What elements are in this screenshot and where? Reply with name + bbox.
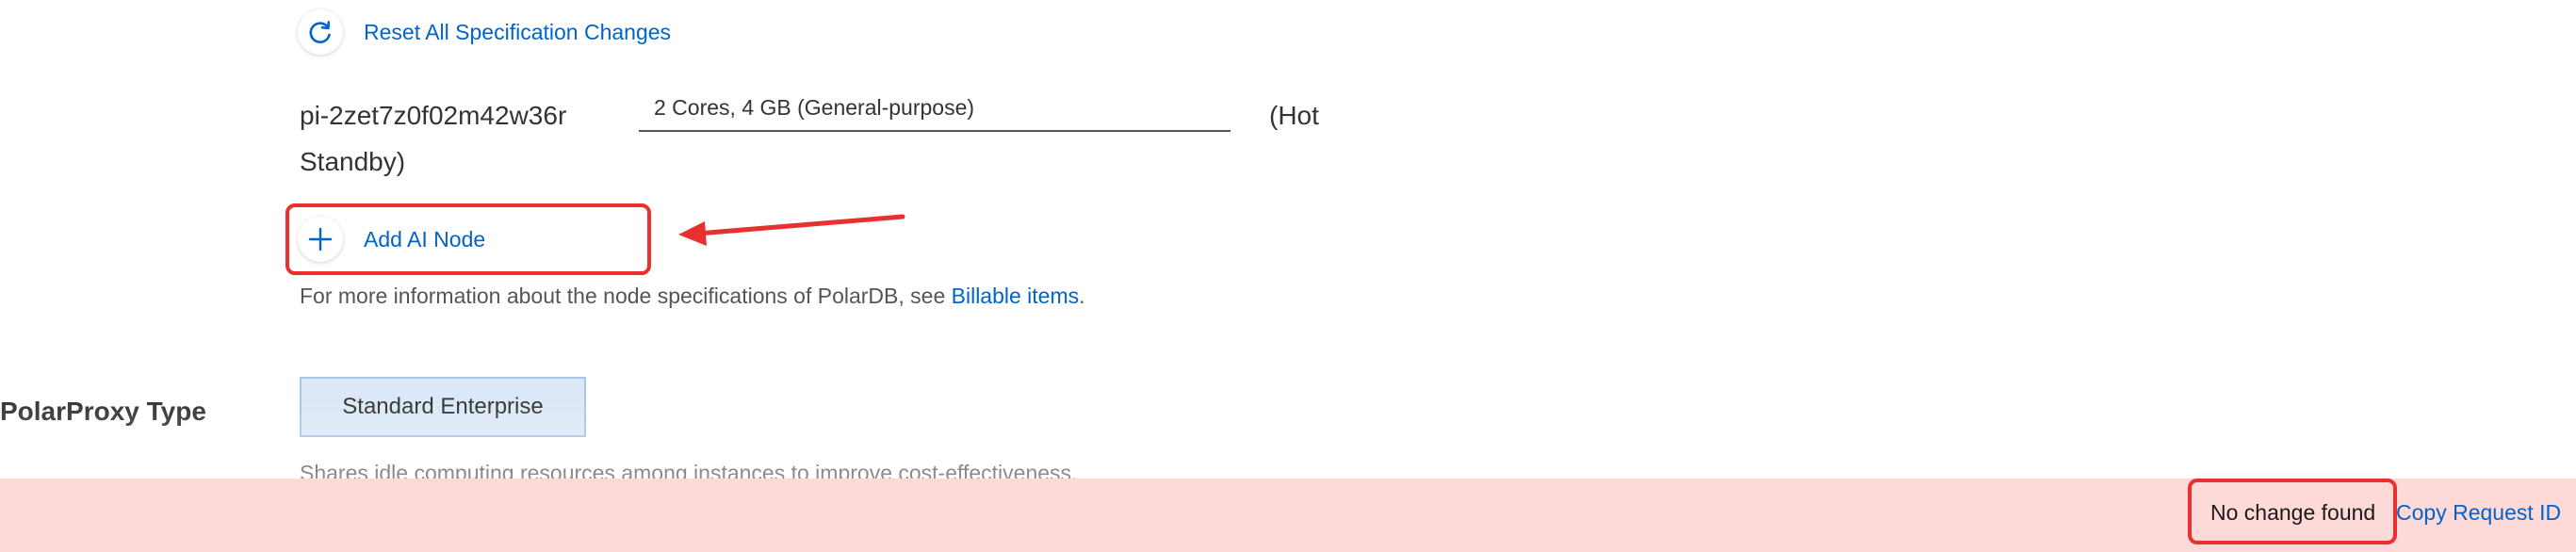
proxy-option-standard-enterprise[interactable]: Standard Enterprise	[300, 377, 586, 437]
reset-specification-button[interactable]	[298, 9, 343, 55]
polarproxy-type-label: PolarProxy Type	[0, 397, 206, 426]
annotation-arrow	[678, 214, 905, 246]
billable-items-link[interactable]: Billable items	[952, 284, 1080, 308]
info-suffix: .	[1079, 284, 1085, 308]
node-spec-select[interactable]: 2 Cores, 4 GB (General-purpose)	[639, 90, 1231, 132]
node-role-label-continued: Standby)	[300, 147, 406, 176]
reset-specification-link[interactable]: Reset All Specification Changes	[364, 19, 671, 45]
error-message: No change found	[2210, 500, 2376, 525]
copy-request-id-link[interactable]: Copy Request ID	[2396, 499, 2561, 526]
node-spec-value: 2 Cores, 4 GB (General-purpose)	[654, 95, 975, 120]
node-id: pi-2zet7z0f02m42w36r	[300, 101, 567, 130]
node-spec-info: For more information about the node spec…	[300, 283, 1085, 309]
info-text: For more information about the node spec…	[300, 284, 952, 308]
annotation-highlight-box	[285, 203, 651, 275]
refresh-icon	[307, 19, 334, 45]
node-role-label: (Hot	[1269, 101, 1319, 130]
